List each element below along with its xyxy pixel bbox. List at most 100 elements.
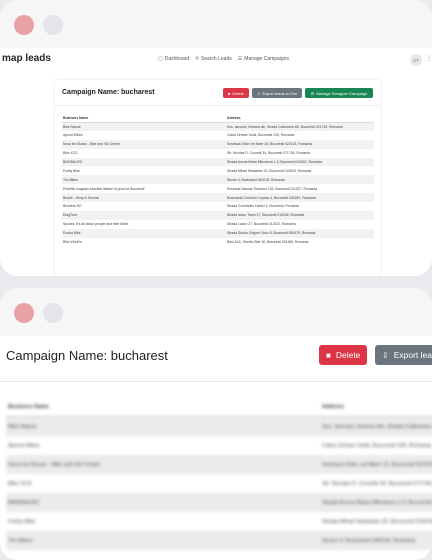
delete-button-zoomed[interactable]: ■ Delete [319, 345, 367, 365]
address-cell: Strada Ancna Maria Mitrodova 1-3, Bucure… [322, 499, 432, 506]
nav-dashboard[interactable]: ▢ Dashboard [158, 56, 189, 62]
manage-scrapper-button[interactable]: ⚙ Manage Scrapper Campaign [305, 88, 373, 98]
app-window: map leads ▢ Dashboard ⚲ Search Leads ☰ M… [0, 48, 432, 276]
minimize-dot-icon[interactable] [43, 15, 63, 35]
column-header-address[interactable]: Address [226, 114, 374, 123]
business-name-cell: Aprowi Bikes [63, 133, 83, 138]
business-name-cell: Bike Nature [8, 423, 37, 430]
table-row: BIKEBALRO Strada Ancna Maria Mitrodova 1-… [62, 157, 374, 167]
column-header-address: Address [322, 404, 345, 410]
trash-icon: ■ [326, 350, 331, 360]
table-row: Bike XCS Str. Nicolae D. Cocorăt 34, Bucu… [6, 474, 432, 493]
nav-manage-campaigns[interactable]: ☰ Manage Campaigns [238, 56, 289, 62]
download-icon: ⇩ [382, 350, 389, 360]
table-row: Proiettic magazin biciclete afaceri si p… [62, 184, 374, 193]
table-row: Bike Nature Sos. Iancului, intrarea din, … [6, 417, 432, 436]
column-header-business-name[interactable]: Business Name [62, 114, 226, 123]
delete-button-label: Delete [232, 90, 244, 96]
top-navbar: map leads ▢ Dashboard ⚲ Search Leads ☰ M… [0, 48, 432, 72]
address-cell: Str. Nicolae D. Cocorăt 34, Bucuresti 07… [227, 151, 310, 156]
app-window-zoomed: Campaign Name: bucharest ■ Delete ⇩ Expo… [0, 336, 432, 560]
leads-table: Business Name Address Bike Nature Sos. Ia… [62, 114, 374, 246]
export-csv-button[interactable]: ⇩ Export leads to Csv [252, 88, 302, 98]
manage-scrapper-button-label: Manage Scrapper Campaign [316, 90, 368, 96]
brand-logo[interactable]: map leads [2, 53, 51, 64]
export-button-zoomed[interactable]: ⇩ Export leads [375, 345, 432, 365]
address-cell: Soseaua Nicolae Titulescu 133, Bucuresti… [227, 186, 318, 191]
table-row: Funky Bike Strada Mihail Sebastian 20, Bu… [62, 166, 374, 175]
table-row: Tiro Bikes Sector 4, Bucharest 040018, Ro… [6, 531, 432, 550]
business-name-cell: Bike XCS [8, 480, 32, 487]
settings-icon: ⚙ [310, 90, 315, 96]
address-cell: Strada Lacior 27, Bucuresti 012022, Roma… [227, 222, 296, 227]
window-controls [14, 15, 63, 35]
dashboard-icon: ▢ [158, 56, 163, 62]
export-csv-button-label: Export leads to Csv [262, 90, 298, 96]
business-name-cell: Tiro Bikes [8, 537, 33, 544]
business-name-cell: Spokes. It's all about people and their … [63, 222, 129, 227]
business-name-cell: Nova len Buzau - Bike and Ski Center [8, 461, 101, 468]
campaign-panel: Campaign Name: bucharest ■ Delete ⇩ Expo… [55, 80, 380, 276]
avatar[interactable]: CT [410, 54, 422, 66]
leads-table-body-zoomed: Bike Nature Sos. Iancului, intrarea din, … [6, 417, 432, 550]
trash-icon: ■ [228, 90, 231, 96]
address-cell: Sector 4, Bucharest 040018, Romania [322, 537, 416, 544]
table-header-row: Business Name Address [6, 398, 432, 417]
export-button-zoomed-label: Export leads [393, 350, 432, 360]
nav-dashboard-label: Dashboard [164, 56, 190, 62]
close-dot-icon[interactable] [14, 15, 34, 35]
table-header-row: Business Name Address [62, 114, 374, 123]
table-row: Bike XCS Str. Nicolae D. Cocorăt 34, Bucu… [62, 149, 374, 158]
address-cell: Calea Zerban Vodă, Bucuresti 230, Romani… [322, 442, 432, 449]
table-row: Nova len Buzau - Bike and Ski Center Sose… [6, 455, 432, 474]
table-row: Spokes. It's all about people and their … [62, 220, 374, 229]
address-cell: Bulevardul Corneliu Coposu 4, Bucuresti … [226, 193, 374, 203]
delete-button-zoomed-label: Delete [335, 350, 361, 360]
table-row: Bicicle - Shop & Service Bulevardul Corne… [62, 193, 374, 203]
business-name-cell: Bicicleta RO [63, 204, 82, 209]
screenshot-card-overview: map leads ▢ Dashboard ⚲ Search Leads ☰ M… [0, 0, 432, 276]
business-name-cell: Aprowi Bikes [8, 442, 40, 449]
campaign-title: Campaign Name: bucharest [62, 89, 155, 96]
address-cell: Sos. Iancului, intrarea din, Strada Cuti… [322, 423, 432, 430]
nav-search-leads-label: Search Leads [200, 56, 232, 62]
nav-links: ▢ Dashboard ⚲ Search Leads ☰ Manage Camp… [158, 56, 289, 62]
download-icon: ⇩ [256, 90, 261, 96]
address-cell: Calea Zerban Vodă, Bucuresti 230, Romani… [227, 133, 295, 138]
close-dot-icon[interactable] [14, 303, 34, 323]
business-name-cell: Doctor Bike [62, 228, 226, 238]
nav-search-leads[interactable]: ⚲ Search Leads [195, 56, 232, 62]
window-controls-zoomed [14, 303, 63, 323]
business-name-cell: Tiro Bikes [62, 175, 226, 185]
address-cell: Sos. Iancului, intrarea din, Strada Cuti… [226, 122, 374, 131]
address-cell: Bdul A40, Oberlin Blaf 18, Bucuresti 061… [227, 240, 309, 245]
business-name-cell: Bike XCS [63, 151, 78, 156]
table-row: Doctor Bike Strada Doctor Grigore Sovo 8,… [62, 228, 374, 238]
business-name-cell: Bike Nature [62, 122, 226, 131]
business-name-cell: Proiettic magazin biciclete afaceri si p… [63, 186, 145, 191]
minimize-dot-icon[interactable] [43, 303, 63, 323]
table-row: Aprowi Bikes Calea Zerban Vodă, Bucuresti… [62, 131, 374, 140]
table-row: Bike World's Bdul A40, Oberlin Blaf 18, B… [62, 238, 374, 247]
address-cell: Soseaua Drilor cel Mare 15, Bucuresti 02… [322, 461, 432, 468]
address-cell: Str. Nicolae D. Cocorăt 34, Bucuresti 07… [322, 480, 432, 487]
nav-manage-campaigns-label: Manage Campaigns [244, 56, 289, 62]
business-name-cell: Nova len Buzau - Bike and Ski Center [62, 139, 226, 149]
address-cell: Strada Mihail Sebastian 20, Bucuresti 01… [227, 168, 312, 173]
table-row: Tiro Bikes Sector 4, Bucharest 040018, Ro… [62, 175, 374, 185]
screenshot-card-zoomed: Campaign Name: bucharest ■ Delete ⇩ Expo… [0, 288, 432, 560]
table-row: Aprowi Bikes Calea Zerban Vodă, Bucuresti… [6, 436, 432, 455]
business-name-cell: Bike World's [63, 240, 82, 245]
address-cell: Strada Doctor Grigore Sovo 8, Bucuresti … [226, 228, 374, 238]
address-cell: Strada Ancna Maria Mitrodova 1-3, Bucure… [226, 157, 374, 167]
delete-button[interactable]: ■ Delete [223, 88, 249, 98]
address-cell: Strada Constantin Daniel 4, Bucuresti, R… [227, 204, 299, 209]
campaign-title-zoomed: Campaign Name: bucharest [6, 348, 168, 363]
address-cell: Soseaua Drilor cel Mare 15, Bucuresti 02… [226, 139, 374, 149]
list-icon: ☰ [237, 56, 243, 62]
more-options-icon[interactable]: ⋮ [426, 55, 432, 62]
business-name-cell: Funky Bike [8, 518, 36, 525]
business-name-cell: BIKEBALRO [8, 499, 40, 506]
table-row: Bicicleta RO Strada Constantin Daniel 4, … [62, 202, 374, 211]
column-header-business-name: Business Name [8, 404, 49, 410]
